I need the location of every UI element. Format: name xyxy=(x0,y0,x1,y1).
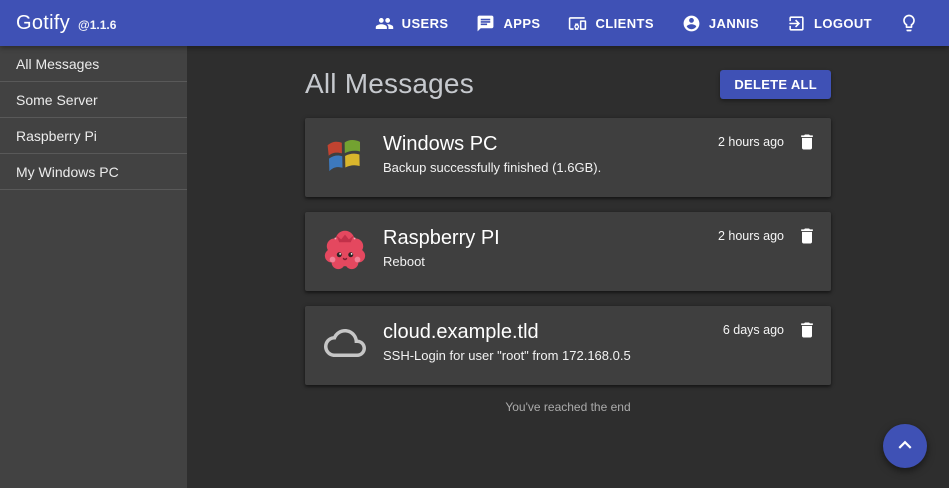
trash-icon xyxy=(797,320,817,340)
sidebar: All Messages Some Server Raspberry Pi My… xyxy=(0,46,187,488)
account-icon xyxy=(682,14,701,33)
lightbulb-icon xyxy=(899,13,919,33)
delete-message-button[interactable] xyxy=(797,132,817,152)
message-body: SSH-Login for user "root" from 172.168.0… xyxy=(383,348,723,363)
message-card-raspberry-pi: Raspberry PI Reboot 2 hours ago xyxy=(305,212,831,291)
sidebar-item-label: Raspberry Pi xyxy=(16,128,97,144)
cloud-icon xyxy=(322,320,368,366)
message-card-windows-pc: Windows PC Backup successfully finished … xyxy=(305,118,831,197)
users-icon xyxy=(375,14,394,33)
nav-apps-label: APPS xyxy=(503,16,540,31)
windows-logo xyxy=(322,132,368,178)
apps-icon xyxy=(476,14,495,33)
trash-icon xyxy=(797,132,817,152)
brand: Gotify @1.1.6 xyxy=(16,12,116,35)
clients-icon xyxy=(568,14,587,33)
sidebar-item-some-server[interactable]: Some Server xyxy=(0,82,187,118)
nav-account-label: JANNIS xyxy=(709,16,759,31)
nav-clients-button[interactable]: CLIENTS xyxy=(557,6,664,41)
nav-users-button[interactable]: USERS xyxy=(364,6,460,41)
chevron-up-icon xyxy=(892,432,918,461)
delete-message-button[interactable] xyxy=(797,226,817,246)
app-title: Gotify xyxy=(16,12,70,35)
message-body: Backup successfully finished (1.6GB). xyxy=(383,160,718,175)
nav-logout-button[interactable]: LOGOUT xyxy=(776,6,883,41)
raspberry-logo xyxy=(322,226,368,272)
message-title: cloud.example.tld xyxy=(383,319,723,345)
message-card-cloud: cloud.example.tld SSH-Login for user "ro… xyxy=(305,306,831,385)
nav-clients-label: CLIENTS xyxy=(595,16,653,31)
message-timestamp: 2 hours ago xyxy=(718,226,784,246)
sidebar-item-all-messages[interactable]: All Messages xyxy=(0,46,187,82)
sidebar-item-label: All Messages xyxy=(16,56,99,72)
delete-all-button[interactable]: DELETE ALL xyxy=(720,70,831,99)
sidebar-item-label: My Windows PC xyxy=(16,164,119,180)
page-title: All Messages xyxy=(305,68,474,100)
top-nav: USERS APPS CLIENTS JANNIS LOGOUT xyxy=(364,5,925,41)
logout-icon xyxy=(787,14,806,33)
nav-logout-label: LOGOUT xyxy=(814,16,872,31)
message-timestamp: 6 days ago xyxy=(723,320,784,340)
message-timestamp: 2 hours ago xyxy=(718,132,784,152)
sidebar-item-raspberry-pi[interactable]: Raspberry Pi xyxy=(0,118,187,154)
delete-message-button[interactable] xyxy=(797,320,817,340)
nav-account-button[interactable]: JANNIS xyxy=(671,6,770,41)
message-list: Windows PC Backup successfully finished … xyxy=(305,118,831,385)
main-content: All Messages DELETE ALL xyxy=(187,46,949,488)
message-title: Windows PC xyxy=(383,131,718,157)
trash-icon xyxy=(797,226,817,246)
end-of-list-text: You've reached the end xyxy=(305,400,831,414)
nav-users-label: USERS xyxy=(402,16,449,31)
app-version: @1.1.6 xyxy=(78,18,116,32)
scroll-to-top-button[interactable] xyxy=(883,424,927,468)
sidebar-item-my-windows-pc[interactable]: My Windows PC xyxy=(0,154,187,190)
nav-apps-button[interactable]: APPS xyxy=(465,6,551,41)
message-title: Raspberry PI xyxy=(383,225,718,251)
sidebar-item-label: Some Server xyxy=(16,92,98,108)
message-body: Reboot xyxy=(383,254,718,269)
theme-toggle-button[interactable] xyxy=(889,5,925,41)
app-bar: Gotify @1.1.6 USERS APPS CLIENTS JANNIS xyxy=(0,0,949,46)
